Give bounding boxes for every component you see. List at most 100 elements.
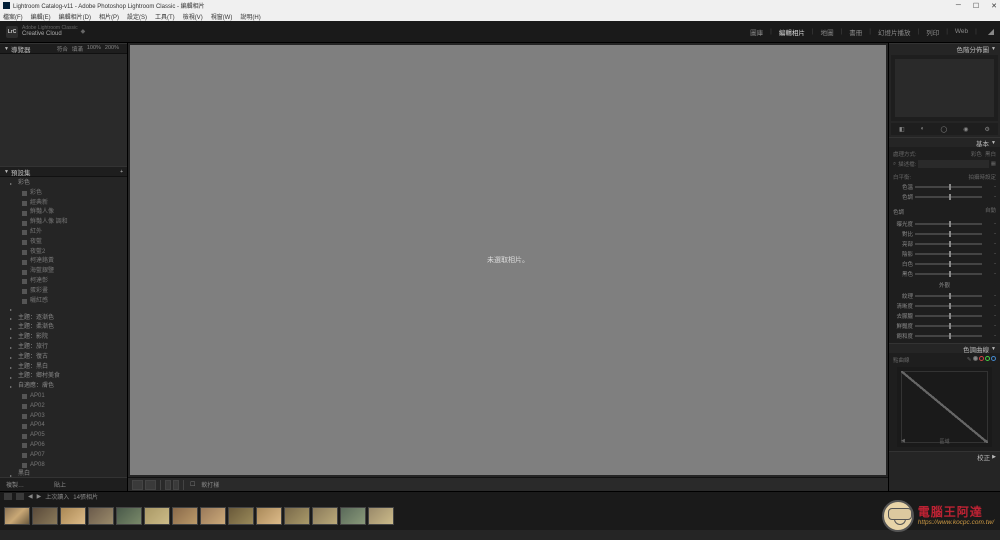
preset-item[interactable]: 蛋彩畫 [0, 287, 127, 297]
vibrance-slider[interactable] [915, 325, 982, 327]
identity-dropdown-icon[interactable]: ◆ [81, 28, 86, 35]
preset-item[interactable]: AP01 [0, 392, 127, 402]
filmstrip-thumb[interactable] [172, 507, 198, 525]
histogram-header[interactable]: 色階分佈圖 ▼ [889, 43, 1000, 53]
module-web[interactable]: Web [955, 28, 968, 35]
minimize-button[interactable]: ─ [956, 2, 961, 10]
preset-item[interactable]: 紅外 [0, 228, 127, 238]
preset-item[interactable]: 海藍銀鹽 [0, 267, 127, 277]
dehaze-slider[interactable] [915, 315, 982, 317]
mask-tool-icon[interactable]: ◯ [940, 126, 947, 133]
flag-reject-button[interactable] [173, 480, 179, 490]
auto-button[interactable]: 自動 [985, 206, 996, 218]
filmstrip-source[interactable]: 上次讀入 [45, 492, 69, 501]
curve-red-icon[interactable] [979, 356, 984, 361]
highlights-slider[interactable] [915, 243, 982, 245]
curve-green-icon[interactable] [985, 356, 990, 361]
heal-tool-icon[interactable]: ◐ [921, 126, 925, 132]
texture-slider[interactable] [915, 295, 982, 297]
close-button[interactable]: ✕ [991, 2, 997, 10]
preset-group[interactable]: ▸自適應：膚色 [0, 382, 127, 392]
menu-settings[interactable]: 設定(S) [127, 12, 147, 21]
preset-group[interactable]: ▸彩色 [0, 179, 127, 189]
module-develop[interactable]: 編輯相片 [779, 27, 805, 37]
preset-group[interactable]: ▸ [0, 306, 127, 313]
curve-rgb-icon[interactable] [973, 356, 978, 361]
menu-tools[interactable]: 工具(T) [155, 12, 175, 21]
curve-param-icon[interactable]: ✎ [967, 357, 972, 363]
preset-item[interactable]: 柯達鉻黃 [0, 257, 127, 267]
preset-item[interactable]: AP07 [0, 451, 127, 461]
preset-item[interactable]: 曬紅感 [0, 297, 127, 307]
filmstrip-thumb[interactable] [60, 507, 86, 525]
filmstrip-thumb[interactable] [228, 507, 254, 525]
filmstrip-thumb[interactable] [88, 507, 114, 525]
grid-view-icon[interactable] [4, 493, 12, 500]
redeye-tool-icon[interactable]: ◉ [963, 126, 968, 133]
preset-group[interactable]: ▸主題：旅行 [0, 343, 127, 353]
eyedropper-icon[interactable]: ⌕ [893, 161, 896, 168]
preset-group[interactable]: ▸主題：逐漸色 [0, 314, 127, 324]
menu-view[interactable]: 檢視(V) [183, 12, 203, 21]
module-print[interactable]: 列印 [926, 27, 939, 37]
treatment-color[interactable]: 彩色 [971, 152, 982, 158]
preset-item[interactable]: AP04 [0, 421, 127, 431]
preset-item[interactable]: AP06 [0, 441, 127, 451]
zoom-fit[interactable]: 符合 [57, 45, 68, 53]
preset-item[interactable]: AP08 [0, 461, 127, 471]
menu-develop[interactable]: 編輯相片(D) [59, 12, 91, 21]
module-book[interactable]: 書冊 [849, 27, 862, 37]
preset-item[interactable]: AP03 [0, 412, 127, 422]
contrast-slider[interactable] [915, 233, 982, 235]
module-slideshow[interactable]: 幻燈片播放 [878, 27, 911, 37]
preset-item[interactable]: 柯達彰 [0, 277, 127, 287]
treatment-bw[interactable]: 黑白 [985, 152, 996, 158]
tone-curve-editor[interactable]: ◀區域▶ [897, 367, 992, 447]
curve-blue-icon[interactable] [991, 356, 996, 361]
filmstrip-thumb[interactable] [4, 507, 30, 525]
module-map[interactable]: 地圖 [821, 27, 834, 37]
menu-photo[interactable]: 相片(P) [99, 12, 119, 21]
clarity-slider[interactable] [915, 305, 982, 307]
preset-group[interactable]: ▸主題：影院 [0, 333, 127, 343]
preset-item[interactable]: 鮮豔人像 調和 [0, 218, 127, 228]
shadows-slider[interactable] [915, 253, 982, 255]
zoom-fill[interactable]: 填滿 [72, 45, 83, 53]
preset-item[interactable]: 夜藍2 [0, 248, 127, 258]
filmstrip-thumb[interactable] [144, 507, 170, 525]
preset-item[interactable]: AP05 [0, 431, 127, 441]
tonecurve-header[interactable]: 色調曲線 ▼ [889, 343, 1000, 353]
navigator-header[interactable]: ▼ 導覽器 符合 填滿 100% 200% [0, 43, 127, 54]
softproof-checkbox[interactable]: ☐ [188, 481, 197, 488]
filmstrip-thumb[interactable] [116, 507, 142, 525]
whites-slider[interactable] [915, 263, 982, 265]
preset-item[interactable]: 經典新 [0, 199, 127, 209]
filmstrip-thumb[interactable] [32, 507, 58, 525]
filmstrip-thumb[interactable] [256, 507, 282, 525]
saturation-slider[interactable] [915, 335, 982, 337]
whitebalance-dropdown[interactable]: 拍攝時設定 [968, 173, 996, 181]
filmstrip-thumb[interactable] [312, 507, 338, 525]
copy-button[interactable]: 複製… [6, 480, 24, 489]
preset-item[interactable]: 鮮豔人像 [0, 208, 127, 218]
histogram-display[interactable] [891, 55, 998, 121]
preset-group[interactable]: ▸黑白 [0, 470, 127, 477]
preset-group[interactable]: ▸主題：柔漸色 [0, 323, 127, 333]
filmstrip-thumb[interactable] [200, 507, 226, 525]
preset-group[interactable]: ▸主題：復古 [0, 353, 127, 363]
menu-file[interactable]: 檔案(F) [3, 12, 23, 21]
before-after-button[interactable] [145, 480, 156, 490]
maximize-button[interactable]: ☐ [973, 2, 979, 10]
flag-pick-button[interactable] [165, 480, 171, 490]
second-monitor-icon[interactable] [16, 493, 24, 500]
preset-group[interactable]: ▸主題：黑白 [0, 363, 127, 373]
bar-chart-icon[interactable]: ◢ [988, 27, 994, 36]
zoom-100[interactable]: 100% [87, 45, 101, 53]
basic-header[interactable]: 基本 ▼ [889, 137, 1000, 147]
zoom-200[interactable]: 200% [105, 45, 119, 53]
menu-window[interactable]: 視窗(W) [211, 12, 233, 21]
photo-canvas[interactable]: 未選取相片。 [130, 45, 886, 475]
preset-item[interactable]: 彩色 [0, 189, 127, 199]
filmstrip-thumb[interactable] [368, 507, 394, 525]
blacks-slider[interactable] [915, 273, 982, 275]
